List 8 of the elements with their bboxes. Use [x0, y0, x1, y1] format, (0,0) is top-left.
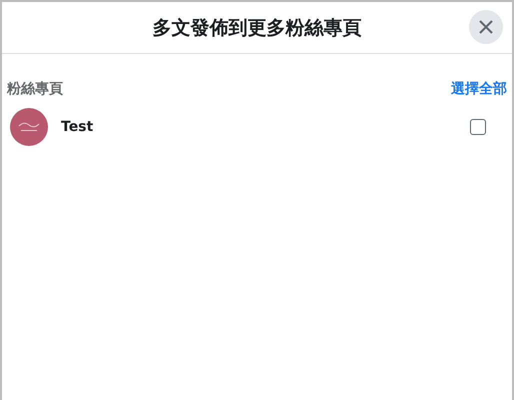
select-all-link[interactable]: 選擇全部: [451, 80, 507, 98]
section-label: 粉絲專頁: [7, 80, 63, 98]
page-checkbox[interactable]: [470, 119, 486, 135]
dialog-title: 多文發佈到更多粉絲專頁: [152, 16, 362, 40]
close-button[interactable]: [469, 10, 503, 44]
avatar: [10, 108, 48, 146]
close-icon: [478, 19, 494, 35]
page-name: Test: [61, 119, 94, 135]
